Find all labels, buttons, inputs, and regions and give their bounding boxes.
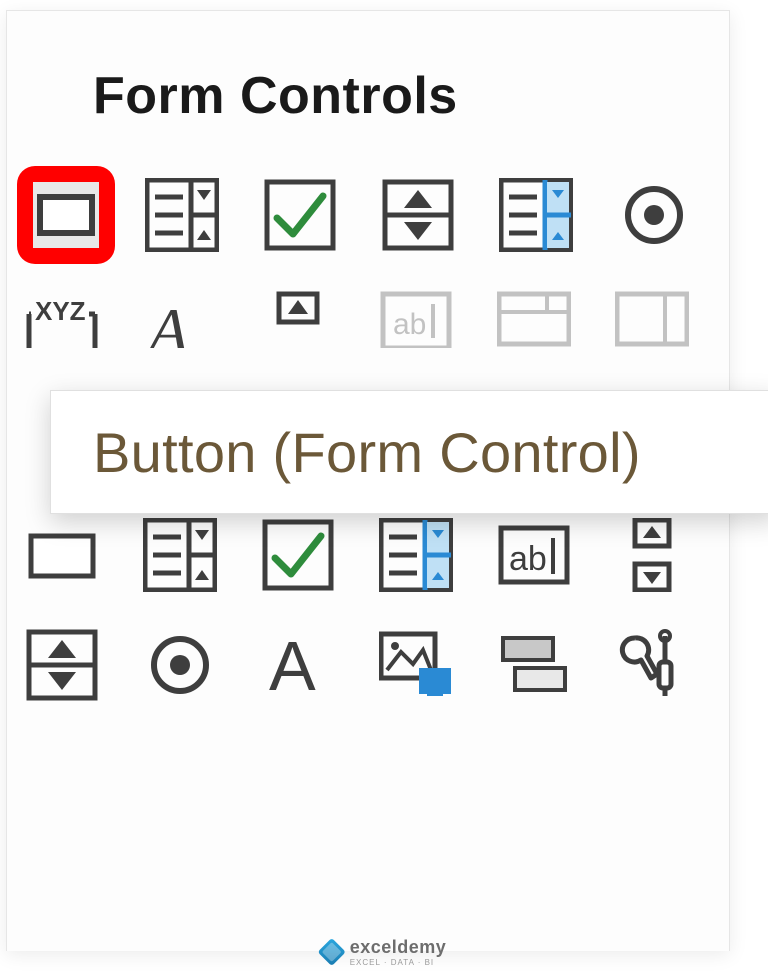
watermark: exceldemy EXCEL · DATA · BI bbox=[322, 937, 447, 967]
combobox-icon[interactable] bbox=[145, 178, 219, 252]
ax-spinbutton-icon[interactable] bbox=[25, 628, 99, 702]
groupbox-icon[interactable]: XYZ bbox=[25, 290, 99, 348]
form-controls-row-1 bbox=[25, 166, 729, 264]
ax-textbox-icon[interactable]: ab bbox=[497, 518, 571, 592]
spinner-icon[interactable] bbox=[381, 178, 455, 252]
watermark-logo-icon bbox=[318, 938, 346, 966]
textfield-icon: ab bbox=[379, 290, 453, 348]
svg-text:ab: ab bbox=[393, 308, 426, 341]
ax-morecontrols-icon[interactable] bbox=[615, 628, 689, 702]
checkbox-icon[interactable] bbox=[263, 178, 337, 252]
label-icon[interactable]: A bbox=[143, 290, 217, 348]
combogrid-icon bbox=[497, 290, 571, 348]
svg-text:A: A bbox=[269, 628, 316, 702]
listbox-icon[interactable] bbox=[499, 178, 573, 252]
ax-combobox-icon[interactable] bbox=[143, 518, 217, 592]
watermark-brand: exceldemy bbox=[350, 937, 447, 958]
ax-commandbutton-icon[interactable] bbox=[25, 518, 99, 592]
ax-listbox-icon[interactable] bbox=[379, 518, 453, 592]
watermark-tagline: EXCEL · DATA · BI bbox=[350, 958, 447, 967]
scrollbar-icon[interactable] bbox=[261, 290, 335, 348]
button-icon[interactable] bbox=[29, 178, 103, 252]
activex-controls-row-1: ab bbox=[25, 518, 729, 592]
tooltip: Button (Form Control) bbox=[50, 390, 768, 514]
form-controls-row-2: XYZ A ab bbox=[25, 290, 729, 348]
form-controls-heading: Form Controls bbox=[93, 66, 729, 126]
ax-label-icon[interactable]: A bbox=[261, 628, 335, 702]
button-highlight bbox=[17, 166, 115, 264]
optionbutton-icon[interactable] bbox=[617, 178, 691, 252]
svg-text:XYZ: XYZ bbox=[35, 296, 86, 326]
svg-text:ab: ab bbox=[509, 540, 547, 578]
ax-scrollbar-icon[interactable] bbox=[615, 518, 689, 592]
activex-controls-row-2: A bbox=[25, 628, 729, 702]
dropdown-icon bbox=[615, 290, 689, 348]
tooltip-text: Button (Form Control) bbox=[93, 420, 641, 485]
ax-togglebutton-icon[interactable] bbox=[497, 628, 571, 702]
ax-image-icon[interactable] bbox=[379, 628, 453, 702]
svg-text:A: A bbox=[145, 295, 189, 348]
ax-optionbutton-icon[interactable] bbox=[143, 628, 217, 702]
ax-checkbox-icon[interactable] bbox=[261, 518, 335, 592]
